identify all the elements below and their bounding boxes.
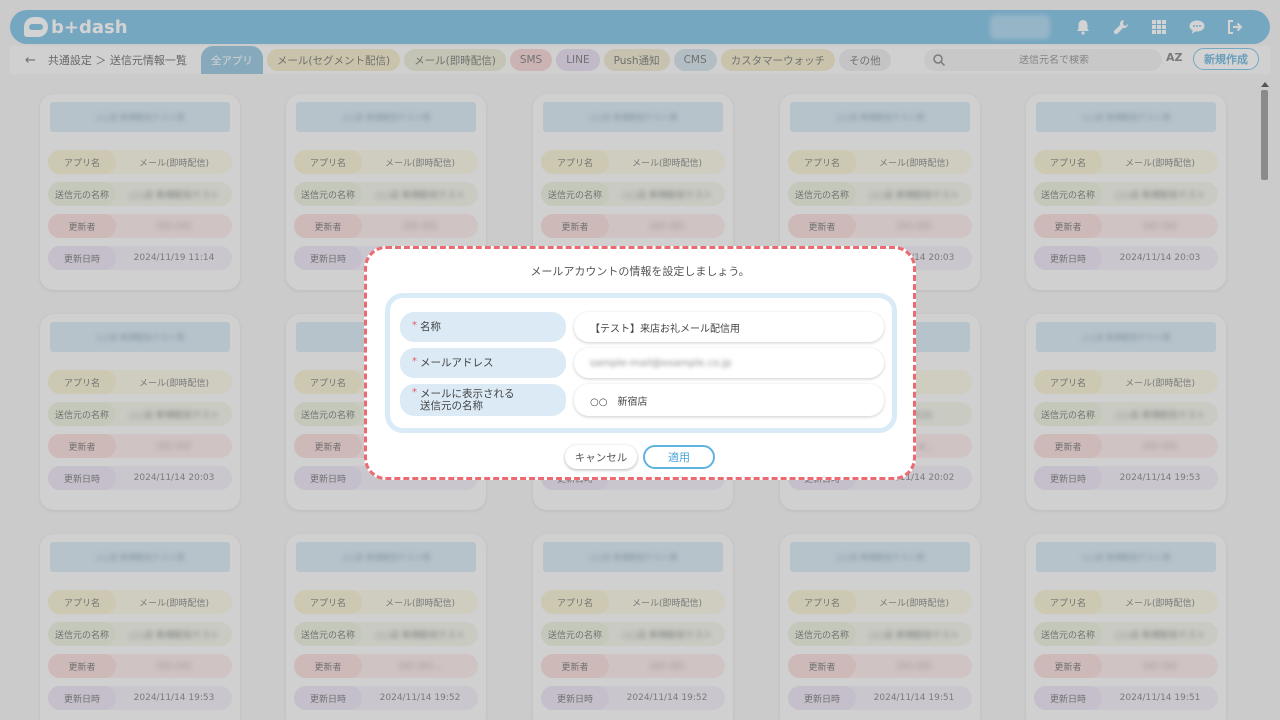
display-name-input[interactable]: ○○ 新宿店: [574, 384, 884, 416]
required-mark: *: [412, 387, 417, 398]
scrollbar[interactable]: [1258, 80, 1270, 720]
field-label-email: * メールアドレス: [400, 348, 566, 378]
modal-buttons: キャンセル 適用: [367, 445, 913, 469]
name-input[interactable]: 【テスト】来店お礼メール配信用: [574, 312, 884, 342]
email-input[interactable]: sample-mail@example.co.jp: [574, 348, 884, 378]
required-mark: *: [412, 320, 417, 331]
apply-button[interactable]: 適用: [643, 445, 715, 469]
modal-title: メールアカウントの情報を設定しましょう。: [530, 265, 750, 278]
form-row-display-name: * メールに表示される 送信元の名称 ○○ 新宿店: [400, 384, 884, 416]
required-mark: *: [412, 356, 417, 367]
field-label-name: * 名称: [400, 312, 566, 342]
form-row-name: * 名称 【テスト】来店お礼メール配信用: [400, 312, 884, 342]
cancel-button[interactable]: キャンセル: [565, 445, 637, 469]
modal-form: * 名称 【テスト】来店お礼メール配信用 * メールアドレス sample-ma…: [385, 293, 897, 433]
form-row-email: * メールアドレス sample-mail@example.co.jp: [400, 348, 884, 378]
scrollbar-thumb[interactable]: [1261, 90, 1268, 180]
field-label-display-name: * メールに表示される 送信元の名称: [400, 384, 566, 416]
scroll-up-icon[interactable]: [1261, 82, 1269, 87]
mail-account-modal: メールアカウントの情報を設定しましょう。 * 名称 【テスト】来店お礼メール配信…: [364, 246, 916, 480]
